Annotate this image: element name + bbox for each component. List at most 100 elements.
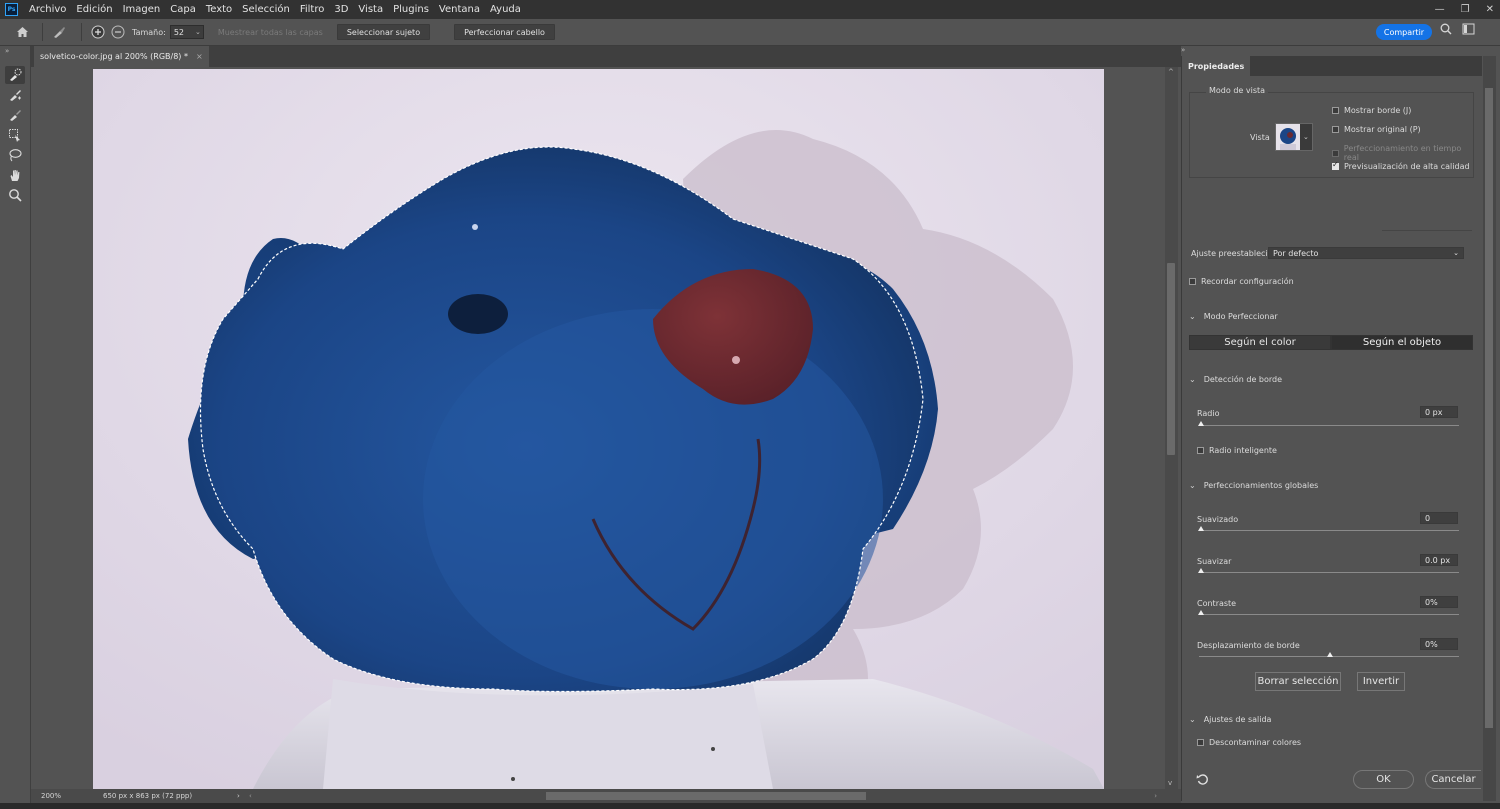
preset-dropdown[interactable]: Por defecto ⌄ bbox=[1268, 247, 1464, 259]
slider-value-field[interactable]: 0% bbox=[1420, 638, 1458, 650]
canvas-vertical-thumb[interactable] bbox=[1167, 263, 1175, 455]
panel-scroll-thumb[interactable] bbox=[1485, 88, 1493, 728]
minimize-icon[interactable]: — bbox=[1435, 4, 1445, 15]
ok-button[interactable]: OK bbox=[1353, 770, 1414, 789]
radius-slider[interactable] bbox=[1199, 425, 1459, 426]
view-mode-title: Modo de vista bbox=[1206, 86, 1269, 95]
tab-properties[interactable]: Propiedades bbox=[1182, 56, 1251, 76]
view-option-label: Mostrar borde (J) bbox=[1344, 106, 1412, 115]
shirt-stain bbox=[711, 747, 715, 751]
menu-seleccion[interactable]: Selección bbox=[237, 0, 295, 19]
slider-knob[interactable] bbox=[1327, 652, 1333, 657]
close-icon[interactable]: ✕ bbox=[1486, 4, 1494, 15]
edge-detection-header[interactable]: ⌄ Detección de borde bbox=[1189, 375, 1282, 384]
select-subject-button[interactable]: Seleccionar sujeto bbox=[336, 24, 431, 40]
clear-selection-button[interactable]: Borrar selección bbox=[1255, 672, 1341, 691]
menu-vista[interactable]: Vista bbox=[353, 0, 388, 19]
subtract-from-selection-icon[interactable] bbox=[108, 22, 128, 42]
menu-capa[interactable]: Capa bbox=[165, 0, 201, 19]
expand-toolbar-icon[interactable]: » bbox=[0, 46, 30, 56]
view-option-high-quality[interactable]: Previsualización de alta calidad bbox=[1332, 160, 1470, 171]
canvas-vertical-scrollbar[interactable]: ^ v bbox=[1165, 67, 1178, 789]
scroll-down-arrow[interactable]: v bbox=[1168, 779, 1172, 787]
scroll-left-arrow[interactable]: ‹ bbox=[249, 792, 252, 800]
view-mode-group: Modo de vista Vista ⌄ Mostrar borde (J) … bbox=[1189, 86, 1474, 178]
collapse-panel-icon[interactable]: » bbox=[1181, 46, 1185, 54]
refine-mode-color[interactable]: Según el color bbox=[1189, 335, 1331, 350]
slider-value: 0.0 px bbox=[1425, 555, 1451, 565]
decontaminate-checkbox[interactable]: Descontaminar colores bbox=[1197, 738, 1301, 747]
chevron-down-icon: ⌄ bbox=[1189, 375, 1196, 384]
radius-slider-knob[interactable] bbox=[1198, 421, 1204, 426]
sample-all-layers-checkbox[interactable]: Muestrear todas las capas bbox=[218, 28, 323, 37]
canvas-area[interactable] bbox=[31, 67, 1165, 789]
panel-scrollbar[interactable] bbox=[1483, 56, 1496, 801]
view-option-show-edge[interactable]: Mostrar borde (J) bbox=[1332, 106, 1411, 115]
menu-plugins[interactable]: Plugins bbox=[388, 0, 434, 19]
radius-label: Radio bbox=[1197, 409, 1220, 418]
lasso-tool-icon[interactable] bbox=[5, 146, 25, 164]
slider-value-field[interactable]: 0 bbox=[1420, 512, 1458, 524]
close-tab-icon[interactable]: × bbox=[196, 52, 203, 61]
menu-ventana[interactable]: Ventana bbox=[434, 0, 485, 19]
invert-button[interactable]: Invertir bbox=[1357, 672, 1405, 691]
menu-3d[interactable]: 3D bbox=[329, 0, 353, 19]
slider-track[interactable] bbox=[1199, 530, 1459, 531]
refine-hair-button[interactable]: Perfeccionar cabello bbox=[454, 24, 555, 40]
refine-mode-header[interactable]: ⌄ Modo Perfeccionar bbox=[1189, 312, 1278, 321]
refine-mode-title: Modo Perfeccionar bbox=[1203, 312, 1278, 321]
menu-edicion[interactable]: Edición bbox=[71, 0, 117, 19]
refine-edge-brush-icon[interactable] bbox=[5, 86, 25, 104]
brush-tool-icon[interactable] bbox=[5, 106, 25, 124]
slider-track[interactable] bbox=[1199, 614, 1459, 615]
output-settings-header[interactable]: ⌄ Ajustes de salida bbox=[1189, 715, 1271, 724]
slider-value-field[interactable]: 0% bbox=[1420, 596, 1458, 608]
menu-texto[interactable]: Texto bbox=[201, 0, 237, 19]
status-menu-arrow[interactable]: › bbox=[237, 792, 249, 800]
checkbox-box bbox=[1332, 160, 1339, 170]
smart-radius-checkbox[interactable]: Radio inteligente bbox=[1197, 446, 1277, 455]
zoom-tool-icon[interactable] bbox=[5, 186, 25, 204]
remember-settings-label: Recordar configuración bbox=[1201, 277, 1294, 286]
refine-mode-toggle: Según el color Según el objeto bbox=[1189, 335, 1473, 350]
maximize-icon[interactable]: ❐ bbox=[1461, 4, 1470, 15]
reset-icon[interactable] bbox=[1196, 773, 1209, 789]
slider-knob[interactable] bbox=[1198, 568, 1204, 573]
slider-knob[interactable] bbox=[1198, 526, 1204, 531]
scroll-right-arrow[interactable]: › bbox=[1154, 792, 1157, 800]
size-field[interactable]: 52 ⌄ bbox=[169, 25, 204, 39]
home-icon[interactable] bbox=[12, 22, 32, 42]
view-thumbnail-dropdown[interactable]: ⌄ bbox=[1275, 123, 1313, 151]
slider-track[interactable] bbox=[1199, 572, 1459, 573]
view-option-show-original[interactable]: Mostrar original (P) bbox=[1332, 125, 1421, 134]
cancel-button[interactable]: Cancelar bbox=[1425, 770, 1481, 789]
zoom-level[interactable]: 200% bbox=[41, 792, 103, 800]
scroll-up-arrow[interactable]: ^ bbox=[1168, 68, 1174, 76]
menu-bar: Ps Archivo Edición Imagen Capa Texto Sel… bbox=[0, 0, 1500, 19]
checkbox-box bbox=[1332, 107, 1339, 114]
divider bbox=[1382, 230, 1472, 231]
menu-ayuda[interactable]: Ayuda bbox=[485, 0, 526, 19]
refine-mode-object[interactable]: Según el objeto bbox=[1331, 335, 1473, 350]
slider-knob[interactable] bbox=[1198, 610, 1204, 615]
slider-value-field[interactable]: 0.0 px bbox=[1420, 554, 1458, 566]
brush-tool-preset-icon[interactable] bbox=[49, 22, 69, 42]
menu-imagen[interactable]: Imagen bbox=[118, 0, 166, 19]
slider-label: Contraste bbox=[1197, 599, 1237, 608]
add-to-selection-icon[interactable] bbox=[88, 22, 108, 42]
share-button[interactable]: Compartir bbox=[1376, 24, 1432, 40]
workspace-icon[interactable] bbox=[1462, 23, 1476, 38]
remember-settings-checkbox[interactable]: Recordar configuración bbox=[1189, 277, 1294, 286]
menu-filtro[interactable]: Filtro bbox=[295, 0, 330, 19]
radius-field[interactable]: 0 px bbox=[1420, 406, 1458, 418]
document-image[interactable] bbox=[93, 69, 1104, 789]
search-icon[interactable] bbox=[1440, 23, 1452, 38]
document-tab[interactable]: solvetico-color.jpg al 200% (RGB/8) * × bbox=[34, 46, 209, 67]
view-option-real-time: Perfeccionamiento en tiempo real bbox=[1332, 144, 1473, 162]
canvas-horizontal-thumb[interactable] bbox=[546, 792, 866, 800]
global-refinements-header[interactable]: ⌄ Perfeccionamientos globales bbox=[1189, 481, 1318, 490]
object-selection-tool-icon[interactable] bbox=[5, 126, 25, 144]
hand-tool-icon[interactable] bbox=[5, 166, 25, 184]
menu-archivo[interactable]: Archivo bbox=[24, 0, 71, 19]
quick-selection-tool-icon[interactable] bbox=[5, 66, 25, 84]
